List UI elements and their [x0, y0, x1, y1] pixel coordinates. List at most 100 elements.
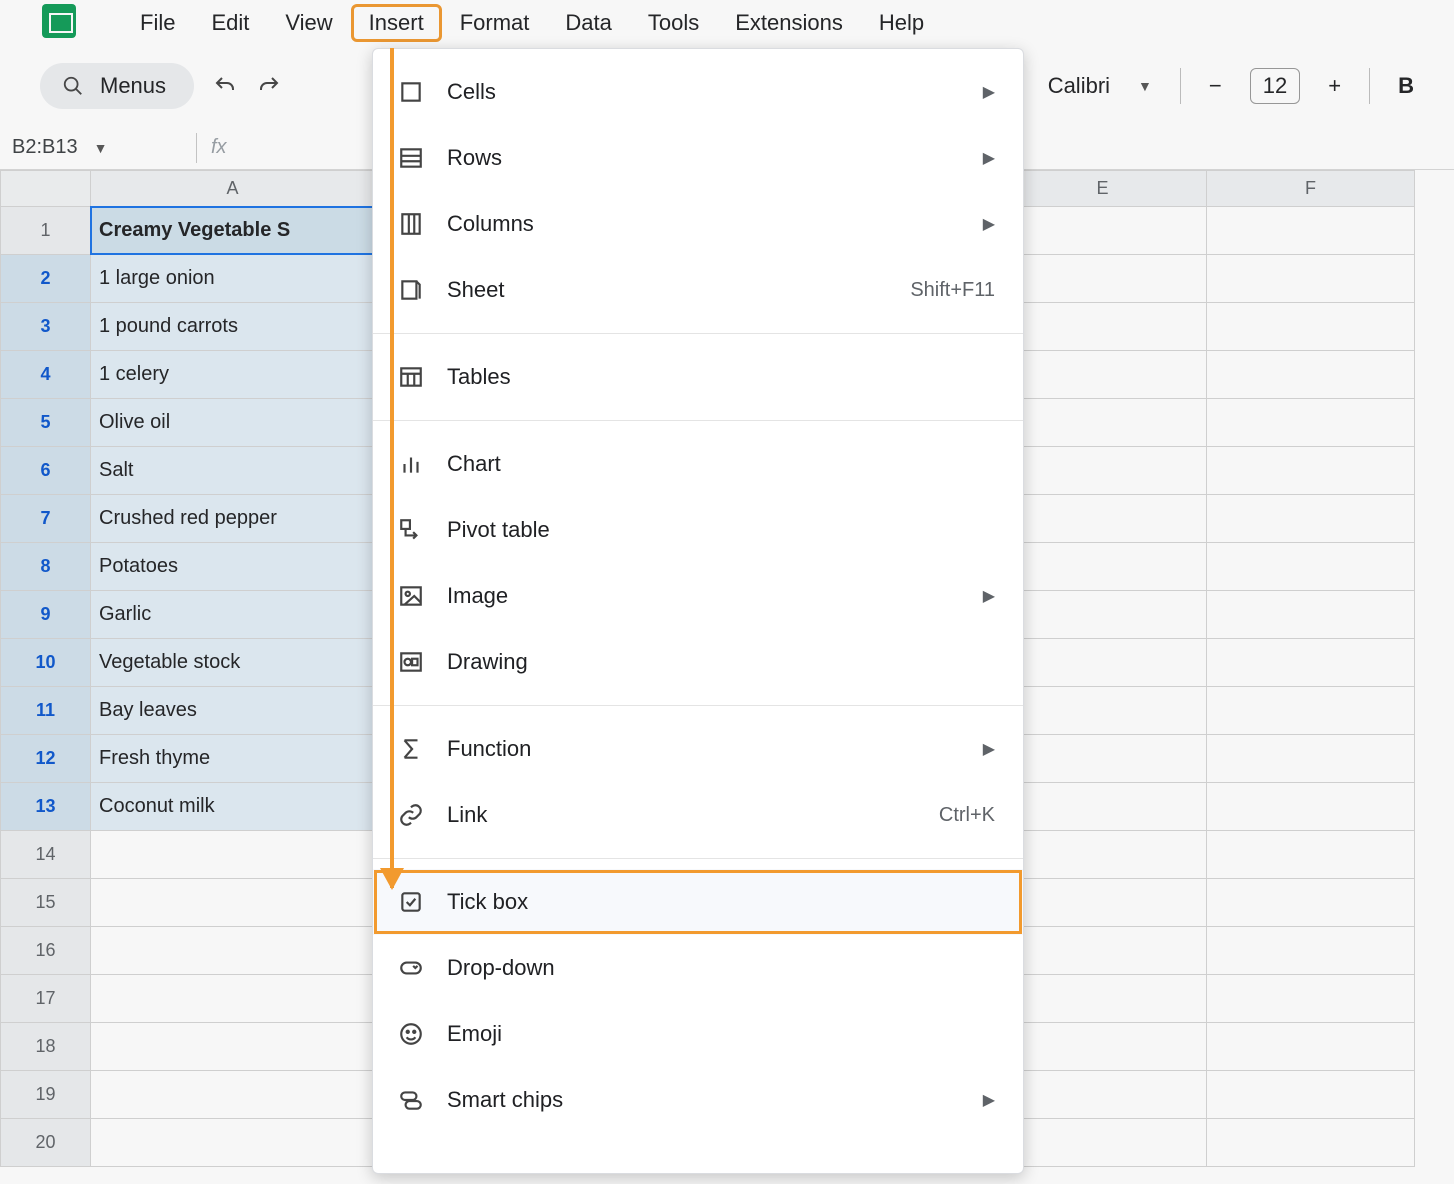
cell[interactable] [1207, 639, 1415, 687]
cell[interactable] [999, 207, 1207, 255]
cell[interactable] [1207, 303, 1415, 351]
cell[interactable] [1207, 447, 1415, 495]
cell[interactable]: 1 celery [91, 351, 375, 399]
cell[interactable] [1207, 687, 1415, 735]
cell[interactable] [999, 783, 1207, 831]
row-header[interactable]: 3 [1, 303, 91, 351]
cell[interactable] [1207, 783, 1415, 831]
cell[interactable] [999, 639, 1207, 687]
insert-function[interactable]: Function▶ [373, 716, 1023, 782]
cell[interactable] [999, 351, 1207, 399]
cell[interactable] [999, 927, 1207, 975]
column-header[interactable]: F [1207, 171, 1415, 207]
insert-cells[interactable]: Cells▶ [373, 59, 1023, 125]
cell[interactable] [91, 927, 375, 975]
font-name[interactable]: Calibri [1048, 73, 1110, 99]
row-header[interactable]: 14 [1, 831, 91, 879]
cell[interactable] [1207, 495, 1415, 543]
cell[interactable] [999, 495, 1207, 543]
menu-insert[interactable]: Insert [351, 4, 442, 42]
row-header[interactable]: 4 [1, 351, 91, 399]
cell[interactable]: 1 large onion [91, 255, 375, 303]
cell[interactable] [999, 303, 1207, 351]
cell[interactable] [1207, 735, 1415, 783]
cell[interactable] [1207, 927, 1415, 975]
undo-icon[interactable] [212, 73, 238, 99]
row-header[interactable]: 11 [1, 687, 91, 735]
cell[interactable] [999, 735, 1207, 783]
row-header[interactable]: 5 [1, 399, 91, 447]
cell[interactable] [1207, 255, 1415, 303]
name-box[interactable]: B2:B13 ▼ [12, 136, 182, 159]
cell[interactable]: Garlic [91, 591, 375, 639]
row-header[interactable]: 16 [1, 927, 91, 975]
insert-emoji[interactable]: Emoji [373, 1001, 1023, 1067]
cell[interactable] [1207, 399, 1415, 447]
cell[interactable] [999, 831, 1207, 879]
bold-button[interactable]: B [1398, 73, 1414, 99]
row-header[interactable]: 10 [1, 639, 91, 687]
menu-extensions[interactable]: Extensions [717, 4, 861, 42]
cell[interactable]: Fresh thyme [91, 735, 375, 783]
insert-pivot-table[interactable]: Pivot table [373, 497, 1023, 563]
cell[interactable]: Olive oil [91, 399, 375, 447]
insert-sheet[interactable]: SheetShift+F11 [373, 257, 1023, 323]
font-size-increase[interactable]: + [1328, 73, 1341, 99]
cell[interactable] [1207, 1119, 1415, 1167]
font-size-decrease[interactable]: − [1209, 73, 1222, 99]
menus-search[interactable]: Menus [40, 63, 194, 109]
cell[interactable]: Vegetable stock [91, 639, 375, 687]
row-header[interactable]: 13 [1, 783, 91, 831]
cell[interactable] [999, 687, 1207, 735]
cell[interactable] [1207, 591, 1415, 639]
menu-edit[interactable]: Edit [193, 4, 267, 42]
cell[interactable] [999, 399, 1207, 447]
cell[interactable]: 1 pound carrots [91, 303, 375, 351]
row-header[interactable]: 17 [1, 975, 91, 1023]
cell[interactable] [999, 447, 1207, 495]
cell[interactable] [1207, 543, 1415, 591]
row-header[interactable]: 20 [1, 1119, 91, 1167]
cell[interactable]: Potatoes [91, 543, 375, 591]
cell[interactable]: Crushed red pepper [91, 495, 375, 543]
cell[interactable] [91, 975, 375, 1023]
insert-tables[interactable]: Tables [373, 344, 1023, 410]
cell[interactable] [999, 1023, 1207, 1071]
cell[interactable] [999, 543, 1207, 591]
cell[interactable] [91, 879, 375, 927]
insert-smart-chips[interactable]: Smart chips▶ [373, 1067, 1023, 1133]
menu-view[interactable]: View [267, 4, 350, 42]
row-header[interactable]: 18 [1, 1023, 91, 1071]
row-header[interactable]: 2 [1, 255, 91, 303]
insert-columns[interactable]: Columns▶ [373, 191, 1023, 257]
cell[interactable]: Creamy Vegetable S [91, 207, 375, 255]
cell[interactable] [1207, 975, 1415, 1023]
row-header[interactable]: 12 [1, 735, 91, 783]
cell[interactable] [999, 255, 1207, 303]
cell[interactable] [1207, 831, 1415, 879]
cell[interactable] [91, 1023, 375, 1071]
select-all-corner[interactable] [1, 171, 91, 207]
cell[interactable] [1207, 1023, 1415, 1071]
cell[interactable] [999, 591, 1207, 639]
menu-data[interactable]: Data [547, 4, 629, 42]
cell[interactable] [91, 1119, 375, 1167]
insert-rows[interactable]: Rows▶ [373, 125, 1023, 191]
font-size-value[interactable]: 12 [1250, 68, 1300, 104]
menu-help[interactable]: Help [861, 4, 942, 42]
cell[interactable] [1207, 207, 1415, 255]
row-header[interactable]: 19 [1, 1071, 91, 1119]
menu-file[interactable]: File [122, 4, 193, 42]
insert-tick-box[interactable]: Tick box [373, 869, 1023, 935]
cell[interactable] [1207, 879, 1415, 927]
cell[interactable]: Salt [91, 447, 375, 495]
cell[interactable] [999, 975, 1207, 1023]
cell[interactable] [999, 1119, 1207, 1167]
font-name-caret-icon[interactable]: ▼ [1138, 78, 1152, 94]
row-header[interactable]: 6 [1, 447, 91, 495]
redo-icon[interactable] [256, 73, 282, 99]
row-header[interactable]: 8 [1, 543, 91, 591]
cell[interactable] [1207, 351, 1415, 399]
row-header[interactable]: 1 [1, 207, 91, 255]
cell[interactable] [91, 831, 375, 879]
